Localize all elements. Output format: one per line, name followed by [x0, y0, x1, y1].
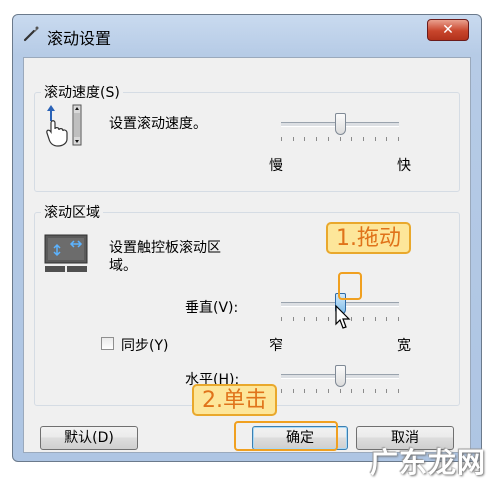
scroll-speed-max-label: 快	[397, 158, 411, 174]
vertical-label: 垂直(V):	[185, 300, 239, 316]
slider-tick	[375, 317, 376, 321]
slider-tick	[328, 137, 329, 141]
step1-callout: 1.拖动	[326, 222, 411, 254]
screenshot: 滚动设置 ✕ 滚动速度(S) 设置滚动速度。 慢 快 滚动区域 设置触控板滚动区…	[0, 0, 500, 487]
slider-tick	[281, 137, 282, 141]
narrow-label: 窄	[269, 338, 283, 354]
sync-label: 同步(Y)	[121, 338, 169, 354]
scroll-speed-description: 设置滚动速度。	[109, 116, 207, 132]
title-bar: 滚动设置 ✕	[13, 15, 481, 55]
watermark-text: 广东龙网	[369, 446, 486, 479]
slider-tick	[328, 389, 329, 393]
slider-tick	[281, 389, 282, 393]
scroll-speed-ticks	[281, 137, 399, 141]
scroll-area-description-line1: 设置触控板滚动区	[109, 240, 221, 256]
scroll-speed-group-title: 滚动速度(S)	[41, 82, 123, 102]
slider-tick	[386, 389, 387, 393]
horizontal-slider[interactable]	[281, 365, 399, 393]
slider-tick	[304, 389, 305, 393]
scroll-speed-thumb[interactable]	[335, 113, 346, 135]
vertical-thumb-highlight	[338, 272, 362, 300]
slider-tick	[375, 137, 376, 141]
slider-tick	[293, 317, 294, 321]
touchpad-area-icon	[43, 233, 93, 277]
mouse-cursor-icon	[335, 304, 353, 331]
slider-tick	[316, 389, 317, 393]
horizontal-thumb[interactable]	[335, 365, 346, 387]
scroll-speed-icon	[43, 103, 87, 147]
slider-tick	[328, 317, 329, 321]
default-button[interactable]: 默认(D)	[40, 426, 138, 450]
scroll-speed-min-label: 慢	[269, 158, 283, 174]
window-title: 滚动设置	[47, 29, 112, 48]
slider-tick	[363, 389, 364, 393]
slider-tick	[316, 137, 317, 141]
slider-tick	[375, 389, 376, 393]
slider-tick	[316, 317, 317, 321]
slider-tick	[351, 389, 352, 393]
slider-tick	[398, 137, 399, 141]
scroll-speed-slider[interactable]	[281, 113, 399, 141]
slider-tick	[386, 137, 387, 141]
sync-checkbox[interactable]	[101, 337, 114, 350]
step2-callout: 2.单击	[192, 384, 277, 416]
slider-tick	[293, 389, 294, 393]
close-button[interactable]: ✕	[427, 19, 469, 41]
scroll-speed-group: 滚动速度(S) 设置滚动速度。 慢 快	[34, 82, 460, 192]
slider-tick	[398, 389, 399, 393]
slider-tick	[304, 317, 305, 321]
slider-tick	[340, 137, 341, 141]
slider-tick	[363, 137, 364, 141]
slider-tick	[293, 137, 294, 141]
slider-tick	[340, 389, 341, 393]
settings-wand-icon	[23, 25, 41, 43]
slider-tick	[386, 317, 387, 321]
scroll-area-description-line2: 域。	[109, 258, 137, 274]
slider-tick	[398, 317, 399, 321]
scroll-area-group-title: 滚动区域	[41, 202, 103, 222]
slider-tick	[363, 317, 364, 321]
ok-button-highlight	[234, 421, 338, 451]
horizontal-ticks	[281, 389, 399, 393]
wide-label: 宽	[397, 338, 411, 354]
slider-tick	[304, 137, 305, 141]
slider-tick	[281, 317, 282, 321]
slider-tick	[351, 137, 352, 141]
